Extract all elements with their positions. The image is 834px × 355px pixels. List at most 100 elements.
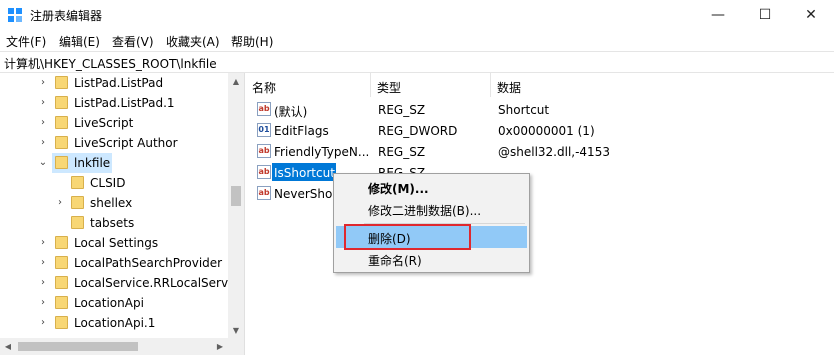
scroll-right-icon[interactable]: ▶ bbox=[212, 338, 228, 355]
expand-icon[interactable]: › bbox=[38, 317, 48, 329]
value-type: REG_SZ bbox=[378, 145, 426, 159]
scroll-thumb[interactable] bbox=[18, 342, 138, 351]
title-bar: 注册表编辑器 — ☐ ✕ bbox=[0, 0, 834, 30]
menu-edit[interactable]: 编辑(E) bbox=[59, 33, 100, 50]
tree-item[interactable]: › ListPad.ListPad bbox=[0, 73, 228, 93]
context-menu: 修改(M)... 修改二进制数据(B)... 删除(D) 重命名(R) bbox=[333, 173, 530, 273]
expand-icon[interactable]: › bbox=[38, 297, 48, 309]
column-header-label: 类型 bbox=[377, 81, 402, 95]
tree-item[interactable]: › LiveScript bbox=[0, 113, 228, 133]
tree-item-label: LocalPathSearchProvider bbox=[74, 256, 223, 270]
column-header-type[interactable]: 类型 bbox=[371, 73, 491, 97]
key-tree: › ListPad.ListPad › ListPad.ListPad.1 › … bbox=[0, 73, 245, 355]
expand-icon[interactable]: › bbox=[38, 97, 48, 109]
folder-icon bbox=[55, 96, 68, 109]
folder-icon bbox=[71, 216, 84, 229]
expand-icon[interactable]: › bbox=[38, 117, 48, 129]
tree-item[interactable]: › ListPad.ListPad.1 bbox=[0, 93, 228, 113]
tree-item-label: LocationApi.1 bbox=[74, 316, 156, 330]
folder-icon bbox=[55, 296, 68, 309]
string-value-icon: ab bbox=[257, 165, 271, 179]
tree-vertical-scrollbar[interactable]: ▲ ▼ bbox=[228, 73, 244, 338]
menu-favorites[interactable]: 收藏夹(A) bbox=[166, 33, 220, 50]
folder-icon bbox=[71, 176, 84, 189]
value-row[interactable]: ab (默认) REG_SZ Shortcut bbox=[246, 99, 834, 120]
expand-icon[interactable]: › bbox=[38, 137, 48, 149]
menu-bar: 文件(F) 编辑(E) 查看(V) 收藏夹(A) 帮助(H) bbox=[0, 30, 834, 50]
tree-item[interactable]: › LocationApi bbox=[0, 293, 228, 313]
tree-item-label: ListPad.ListPad bbox=[74, 76, 164, 90]
tree-item[interactable]: › LocalService.RRLocalServic bbox=[0, 273, 238, 293]
tree-item[interactable]: › Local Settings bbox=[0, 233, 228, 253]
tree-horizontal-scrollbar[interactable]: ◀ ▶ bbox=[0, 338, 228, 355]
tree-item-label: CLSID bbox=[90, 176, 126, 190]
tree-item-label: LiveScript bbox=[74, 116, 134, 130]
value-name: (默认) bbox=[274, 105, 308, 119]
scroll-down-icon[interactable]: ▼ bbox=[228, 322, 244, 338]
address-bar[interactable]: 计算机\HKEY_CLASSES_ROOT\lnkfile bbox=[0, 51, 834, 73]
menu-file[interactable]: 文件(F) bbox=[6, 33, 46, 50]
window-title: 注册表编辑器 bbox=[30, 9, 103, 23]
menu-item-rename[interactable]: 重命名(R) bbox=[336, 248, 527, 270]
collapse-icon[interactable]: ⌄ bbox=[38, 157, 48, 169]
folder-icon bbox=[55, 316, 68, 329]
column-header-label: 名称 bbox=[252, 81, 277, 95]
close-icon: ✕ bbox=[805, 7, 817, 23]
tree-item-label: tabsets bbox=[90, 216, 135, 230]
tree-item-label: shellex bbox=[90, 196, 133, 210]
folder-icon bbox=[55, 256, 68, 269]
value-data: 0x00000001 (1) bbox=[498, 124, 595, 138]
folder-icon bbox=[55, 236, 68, 249]
expand-icon[interactable]: › bbox=[38, 277, 48, 289]
tree-item-label: ListPad.ListPad.1 bbox=[74, 96, 175, 110]
tree-item-lnkfile[interactable]: ⌄ lnkfile bbox=[0, 153, 228, 173]
scroll-left-icon[interactable]: ◀ bbox=[0, 338, 16, 355]
scroll-corner bbox=[228, 338, 244, 355]
column-header-data[interactable]: 数据 bbox=[491, 73, 691, 97]
tree-item[interactable]: › LocationApi.1 bbox=[0, 313, 228, 333]
value-data: Shortcut bbox=[498, 103, 550, 117]
folder-icon bbox=[55, 116, 68, 129]
expand-icon[interactable]: › bbox=[55, 197, 65, 209]
value-type: REG_DWORD bbox=[378, 124, 458, 138]
tree-item[interactable]: CLSID bbox=[0, 173, 228, 193]
scroll-thumb[interactable] bbox=[231, 186, 241, 206]
menu-item-modify[interactable]: 修改(M)... bbox=[336, 176, 527, 198]
maximize-button[interactable]: ☐ bbox=[742, 0, 788, 30]
tree-item-label: LocationApi bbox=[74, 296, 144, 310]
menu-view[interactable]: 查看(V) bbox=[112, 33, 154, 50]
folder-icon bbox=[55, 76, 68, 89]
address-path[interactable]: 计算机\HKEY_CLASSES_ROOT\lnkfile bbox=[4, 55, 217, 72]
tree-item-label: LiveScript Author bbox=[74, 136, 178, 150]
menu-item-label: 修改二进制数据(B)... bbox=[368, 204, 482, 218]
string-value-icon: ab bbox=[257, 102, 271, 116]
column-header-name[interactable]: 名称 bbox=[246, 73, 371, 97]
value-row[interactable]: 01 EditFlags REG_DWORD 0x00000001 (1) bbox=[246, 120, 834, 141]
value-name: EditFlags bbox=[274, 124, 329, 138]
menu-item-modify-binary[interactable]: 修改二进制数据(B)... bbox=[336, 198, 527, 220]
menu-item-label: 重命名(R) bbox=[368, 254, 422, 268]
value-data: @shell32.dll,-4153 bbox=[498, 145, 610, 159]
close-button[interactable]: ✕ bbox=[788, 0, 834, 30]
expand-icon[interactable]: › bbox=[38, 237, 48, 249]
expand-icon[interactable]: › bbox=[38, 257, 48, 269]
column-header-label: 数据 bbox=[497, 81, 522, 95]
maximize-icon: ☐ bbox=[758, 7, 772, 23]
menu-item-label: 修改(M)... bbox=[368, 182, 429, 196]
menu-help[interactable]: 帮助(H) bbox=[231, 33, 273, 50]
value-name: NeverShow bbox=[274, 187, 343, 201]
tree-item-label: LocalService.RRLocalServic bbox=[74, 276, 239, 290]
annotation-highlight-box bbox=[344, 224, 471, 250]
folder-icon bbox=[55, 276, 68, 289]
tree-item[interactable]: › shellex bbox=[0, 193, 228, 213]
tree-item[interactable]: tabsets bbox=[0, 213, 228, 233]
tree-item[interactable]: › LiveScript Author bbox=[0, 133, 228, 153]
minimize-button[interactable]: — bbox=[695, 0, 741, 30]
tree-item-label: lnkfile bbox=[74, 156, 111, 170]
value-row[interactable]: ab FriendlyTypeN... REG_SZ @shell32.dll,… bbox=[246, 141, 834, 162]
scroll-up-icon[interactable]: ▲ bbox=[228, 73, 244, 89]
value-type: REG_SZ bbox=[378, 103, 426, 117]
expand-icon[interactable]: › bbox=[38, 77, 48, 89]
tree-item[interactable]: › LocalPathSearchProvider bbox=[0, 253, 228, 273]
value-name: IsShortcut bbox=[274, 166, 335, 180]
